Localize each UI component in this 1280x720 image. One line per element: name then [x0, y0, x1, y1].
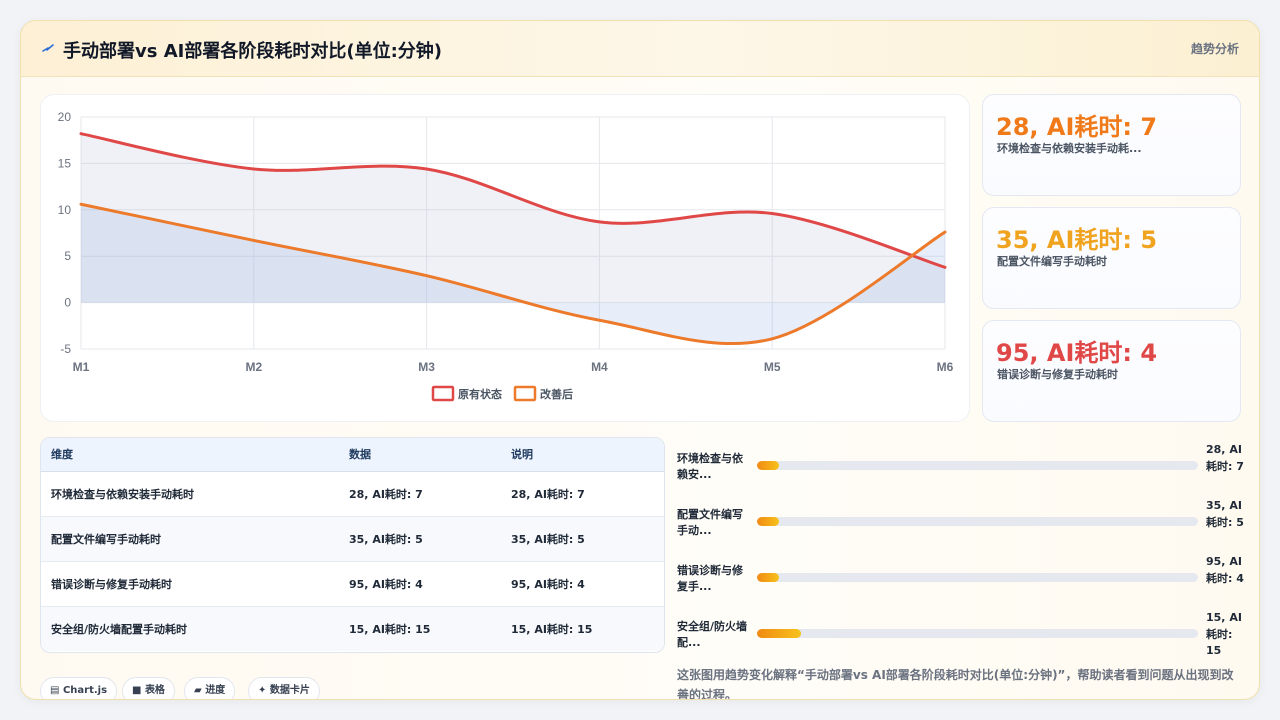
stat-card-3: 95, AI耗时: 4 错误诊断与修复手动耗时	[982, 320, 1241, 422]
tag-label: 进度	[205, 685, 226, 696]
table-cell: 15, AI耗时: 15	[339, 606, 501, 651]
y-tick-label: 0	[64, 296, 71, 310]
trend-analysis-link[interactable]: 趋势分析	[1191, 40, 1239, 57]
table-header-cell: 维度	[41, 438, 339, 472]
table-cell: 安全组/防火墙配置手动耗时	[41, 606, 339, 651]
progress-track	[757, 629, 1198, 638]
y-tick-label: 20	[58, 110, 72, 124]
table-row: 安全组/防火墙配置手动耗时 15, AI耗时: 15 15, AI耗时: 15	[41, 606, 664, 651]
stat-label: 配置文件编写手动耗时	[997, 255, 1107, 268]
y-tick-label: 5	[64, 249, 71, 263]
y-tick-label: 15	[58, 156, 72, 170]
table-cell: 35, AI耗时: 5	[339, 516, 501, 562]
legend-swatch	[513, 385, 537, 402]
progress-item: 安全组/防火墙配... 15, AI耗时: 15	[677, 611, 1247, 669]
dashboard-card: 手动部署vs AI部署各阶段耗时对比(单位:分钟) 趋势分析 20 15 10 5 0 -…	[20, 20, 1260, 700]
progress-track	[757, 517, 1198, 526]
stat-card-2: 35, AI耗时: 5 配置文件编写手动耗时	[982, 207, 1241, 309]
card-header: 手动部署vs AI部署各阶段耗时对比(单位:分钟) 趋势分析	[21, 21, 1259, 77]
stat-label: 错误诊断与修复手动耗时	[997, 368, 1118, 381]
progress-fill	[757, 461, 780, 470]
stat-label: 环境检查与依赖安装手动耗...	[997, 142, 1142, 155]
progress-item: 配置文件编写手动... 35, AI耗时: 5	[677, 499, 1247, 557]
tag-data-card[interactable]: ✦ 数据卡片	[248, 677, 320, 699]
page-title: 手动部署vs AI部署各阶段耗时对比(单位:分钟)	[63, 41, 442, 62]
data-table: 维度 数据 说明 环境检查与依赖安装手动耗时 28, AI耗时: 7 28, A…	[40, 437, 665, 653]
table-cell: 28, AI耗时: 7	[339, 471, 501, 517]
progress-value: 28, AI耗时: 7	[1206, 443, 1244, 473]
progress-item: 错误诊断与修复手... 95, AI耗时: 4	[677, 555, 1247, 613]
x-tick-label: M6	[937, 360, 954, 374]
y-tick-label: 10	[58, 203, 72, 217]
progress-track	[757, 461, 1198, 470]
tag-label: Chart.js	[62, 685, 108, 696]
y-tick-label: -5	[60, 342, 71, 356]
table-cell: 错误诊断与修复手动耗时	[41, 561, 339, 607]
progress-track	[757, 573, 1198, 582]
tag-label: 数据卡片	[269, 685, 310, 696]
legend-label: 原有状态	[458, 387, 502, 401]
progress-value: 35, AI耗时: 5	[1206, 499, 1244, 529]
table-cell: 28, AI耗时: 7	[501, 471, 664, 517]
x-tick-label: M2	[245, 360, 262, 374]
lightning-icon	[42, 44, 54, 52]
stat-value: 35, AI耗时: 5	[996, 226, 1158, 254]
x-tick-label: M1	[73, 360, 90, 374]
progress-label: 错误诊断与修复手...	[677, 564, 743, 593]
table-row: 环境检查与依赖安装手动耗时 28, AI耗时: 7 28, AI耗时: 7	[41, 471, 664, 517]
tag-label: 表格	[144, 685, 165, 696]
progress-fill	[757, 573, 780, 582]
progress-item: 环境检查与依赖安... 28, AI耗时: 7	[677, 443, 1247, 501]
progress-fill	[757, 517, 780, 526]
table-cell: 95, AI耗时: 4	[501, 561, 664, 607]
tag-progress[interactable]: ▰ 进度	[184, 677, 236, 699]
tag-chartjs[interactable]: ▤ Chart.js	[40, 677, 118, 699]
table-cell: 95, AI耗时: 4	[339, 561, 501, 607]
table-header-cell: 说明	[501, 438, 664, 472]
chart-description: 这张图用趋势变化解释“手动部署vs AI部署各阶段耗时对比(单位:分钟)”，帮助…	[677, 668, 1234, 700]
table-header-cell: 数据	[339, 438, 501, 472]
sparkle-icon: ✦	[258, 685, 267, 696]
tag-table[interactable]: ■ 表格	[122, 677, 175, 699]
progress-fill	[757, 629, 802, 638]
table-header-row: 维度 数据 说明	[41, 438, 664, 472]
x-tick-label: M5	[764, 360, 781, 374]
x-tick-label: M4	[591, 360, 608, 374]
stat-card-1: 28, AI耗时: 7 环境检查与依赖安装手动耗...	[982, 94, 1241, 196]
folder-icon: ▰	[194, 685, 202, 696]
table-icon: ■	[132, 685, 142, 696]
trend-chart: 20 15 10 5 0 -5 M1 M2 M3 M4 M5 M6 原有状态 改善后	[40, 94, 970, 422]
progress-label: 安全组/防火墙配...	[677, 620, 748, 649]
chart-icon: ▤	[50, 685, 60, 696]
table-row: 错误诊断与修复手动耗时 95, AI耗时: 4 95, AI耗时: 4	[41, 561, 664, 607]
table-cell: 15, AI耗时: 15	[501, 606, 664, 651]
stat-value: 28, AI耗时: 7	[996, 113, 1158, 141]
progress-value: 15, AI耗时: 15	[1206, 611, 1242, 657]
line-chart-svg: 20 15 10 5 0 -5M1 M2 M3 M4 M5 M6 原有状态 改善后	[58, 110, 954, 402]
table-cell: 配置文件编写手动耗时	[41, 516, 339, 562]
legend-label: 改善后	[540, 387, 573, 401]
progress-label: 配置文件编写手动...	[677, 508, 743, 537]
table-row: 配置文件编写手动耗时 35, AI耗时: 5 35, AI耗时: 5	[41, 516, 664, 562]
stat-value: 95, AI耗时: 4	[996, 339, 1158, 367]
x-tick-label: M3	[418, 360, 435, 374]
progress-value: 95, AI耗时: 4	[1206, 555, 1244, 585]
progress-label: 环境检查与依赖安...	[677, 452, 743, 481]
table-cell: 环境检查与依赖安装手动耗时	[41, 471, 339, 517]
table-cell: 35, AI耗时: 5	[501, 516, 664, 562]
legend-swatch	[431, 385, 455, 402]
